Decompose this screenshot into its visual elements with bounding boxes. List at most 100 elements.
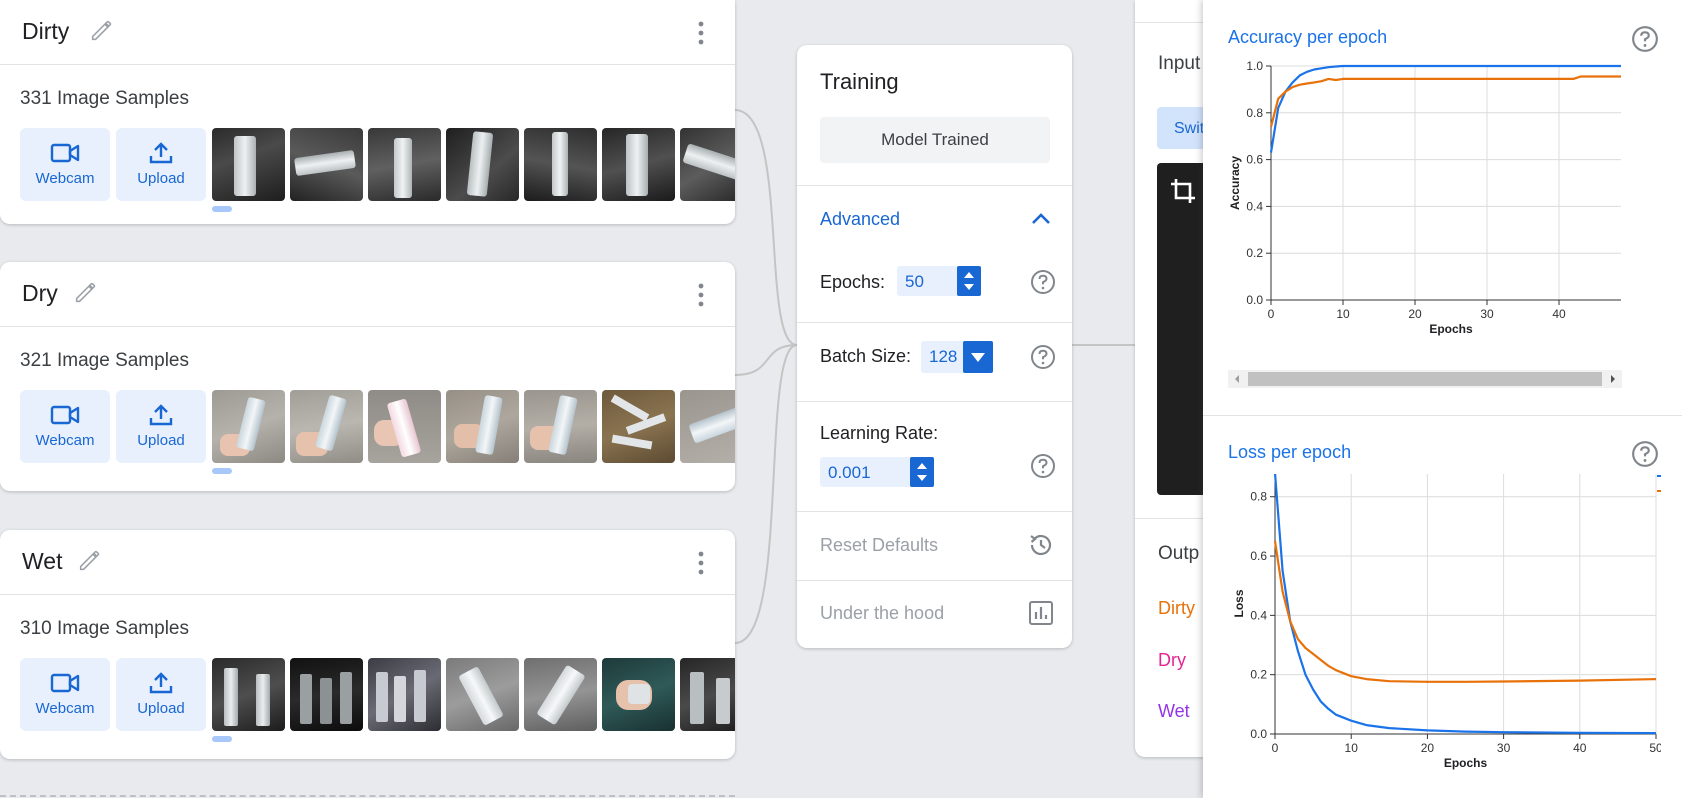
edit-pencil-icon[interactable] — [88, 16, 116, 44]
add-class-placeholder[interactable] — [0, 795, 735, 797]
epochs-input[interactable]: 50 — [897, 266, 981, 296]
epochs-label: Epochs: — [820, 272, 886, 292]
sample-thumbnail[interactable] — [602, 658, 675, 731]
scroll-left-icon — [1235, 375, 1239, 383]
sample-thumbnail[interactable] — [368, 658, 441, 731]
plot-area — [1274, 474, 1657, 735]
scrollbar-thumb[interactable] — [1248, 372, 1602, 386]
advanced-toggle[interactable]: Advanced — [797, 186, 1072, 254]
help-icon[interactable] — [1030, 344, 1056, 370]
stepper-arrows-icon — [917, 463, 927, 481]
x-tick-label: 50 — [1649, 741, 1661, 755]
class-name[interactable]: Wet — [22, 548, 62, 575]
sample-thumbnail[interactable] — [446, 658, 519, 731]
reset-defaults-button[interactable]: Reset Defaults — [797, 512, 1072, 580]
class-card-dry: Dry 321 Image Samples Webcam Upload — [0, 262, 735, 491]
webcam-icon — [50, 143, 80, 163]
output-class-dirty: Dirty — [1158, 598, 1195, 618]
learning-rate-input[interactable]: 0.001 — [820, 457, 934, 487]
output-label: Outp — [1158, 543, 1200, 564]
more-options-icon[interactable] — [697, 282, 705, 308]
batch-size-select[interactable]: 128 — [921, 341, 993, 373]
scroll-right-icon — [1611, 375, 1615, 383]
edit-pencil-icon[interactable] — [72, 278, 100, 306]
thumbnail-scroll-indicator[interactable] — [212, 468, 232, 474]
under-the-hood-panel: Accuracy per epoch 0 10 20 30 40 50 0.0 0.2 0.4 0… — [1203, 0, 1682, 798]
accuracy-chart-title: Accuracy per epoch — [1228, 27, 1388, 47]
crop-icon[interactable] — [1169, 177, 1197, 205]
epochs-stepper[interactable] — [957, 266, 981, 296]
class-name[interactable]: Dry — [22, 280, 58, 307]
y-tick-label: 0.6 — [1246, 153, 1263, 167]
x-tick-label: 0 — [1268, 307, 1275, 321]
y-tick-label: 0.0 — [1246, 293, 1263, 307]
upload-icon — [149, 142, 173, 164]
upload-button[interactable]: Upload — [116, 658, 206, 731]
webcam-button[interactable]: Webcam — [20, 128, 110, 201]
class-card-wet: Wet 310 Image Samples Webcam Upload — [0, 530, 735, 759]
more-options-icon[interactable] — [697, 550, 705, 576]
sample-thumbnail[interactable] — [680, 658, 735, 731]
more-options-icon[interactable] — [697, 20, 705, 46]
sample-thumbnails — [212, 390, 735, 463]
thumbnail-scroll-indicator[interactable] — [212, 736, 232, 742]
sample-thumbnail[interactable] — [602, 390, 675, 463]
sample-thumbnail[interactable] — [368, 390, 441, 463]
sample-thumbnail[interactable] — [212, 128, 285, 201]
sample-thumbnail[interactable] — [290, 390, 363, 463]
sample-thumbnail[interactable] — [446, 128, 519, 201]
upload-icon — [149, 672, 173, 694]
webcam-button[interactable]: Webcam — [20, 658, 110, 731]
dropdown-arrow-icon — [971, 353, 985, 362]
sample-thumbnail[interactable] — [446, 390, 519, 463]
stepper-arrows-icon — [964, 272, 974, 290]
edit-pencil-icon[interactable] — [76, 546, 104, 574]
thumbnail-scroll-indicator[interactable] — [212, 206, 232, 212]
y-tick-label: 0.8 — [1250, 490, 1267, 504]
sample-thumbnail[interactable] — [524, 658, 597, 731]
scroll-left-arrow[interactable] — [1228, 370, 1246, 388]
model-trained-button[interactable]: Model Trained — [820, 117, 1050, 163]
training-panel: Training Model Trained Advanced Epochs: … — [797, 45, 1072, 648]
training-title: Training — [820, 69, 899, 94]
help-icon[interactable] — [1030, 453, 1056, 479]
sample-thumbnail[interactable] — [290, 128, 363, 201]
help-icon[interactable] — [1030, 269, 1056, 295]
y-tick-label: 1.0 — [1246, 59, 1263, 73]
sample-thumbnail[interactable] — [680, 128, 735, 201]
batch-size-label: Batch Size: — [820, 346, 912, 366]
sample-thumbnail[interactable] — [524, 128, 597, 201]
class-card-header: Dirty — [0, 0, 735, 65]
chart-horizontal-scrollbar[interactable] — [1228, 370, 1622, 388]
x-tick-label: 10 — [1345, 741, 1359, 755]
sample-thumbnail[interactable] — [368, 128, 441, 201]
sample-thumbnail[interactable] — [680, 390, 735, 463]
webcam-label: Webcam — [35, 700, 95, 717]
y-axis-label: Loss — [1232, 589, 1246, 617]
learning-rate-stepper[interactable] — [910, 457, 934, 487]
class-name[interactable]: Dirty — [22, 18, 69, 45]
upload-button[interactable]: Upload — [116, 128, 206, 201]
sample-thumbnail[interactable] — [212, 390, 285, 463]
webcam-button[interactable]: Webcam — [20, 390, 110, 463]
batch-size-value: 128 — [929, 347, 958, 366]
plot-area — [1270, 65, 1621, 301]
help-icon[interactable] — [1631, 440, 1659, 468]
scroll-right-arrow[interactable] — [1604, 370, 1622, 388]
x-tick-label: 0 — [1272, 741, 1279, 755]
sample-thumbnail[interactable] — [602, 128, 675, 201]
bar-chart-icon — [1029, 601, 1053, 625]
loss-chart-title: Loss per epoch — [1228, 442, 1352, 462]
sample-thumbnail[interactable] — [290, 658, 363, 731]
help-icon[interactable] — [1631, 25, 1659, 53]
sample-thumbnail[interactable] — [212, 658, 285, 731]
y-tick-label: 0.4 — [1246, 199, 1263, 213]
input-label: Input — [1158, 53, 1201, 74]
y-tick-label: 0.8 — [1246, 106, 1263, 120]
upload-button[interactable]: Upload — [116, 390, 206, 463]
sample-count: 331 Image Samples — [20, 88, 189, 109]
under-the-hood-button[interactable]: Under the hood — [797, 581, 1072, 648]
upload-label: Upload — [137, 700, 185, 717]
x-tick-label: 40 — [1573, 741, 1587, 755]
sample-thumbnail[interactable] — [524, 390, 597, 463]
